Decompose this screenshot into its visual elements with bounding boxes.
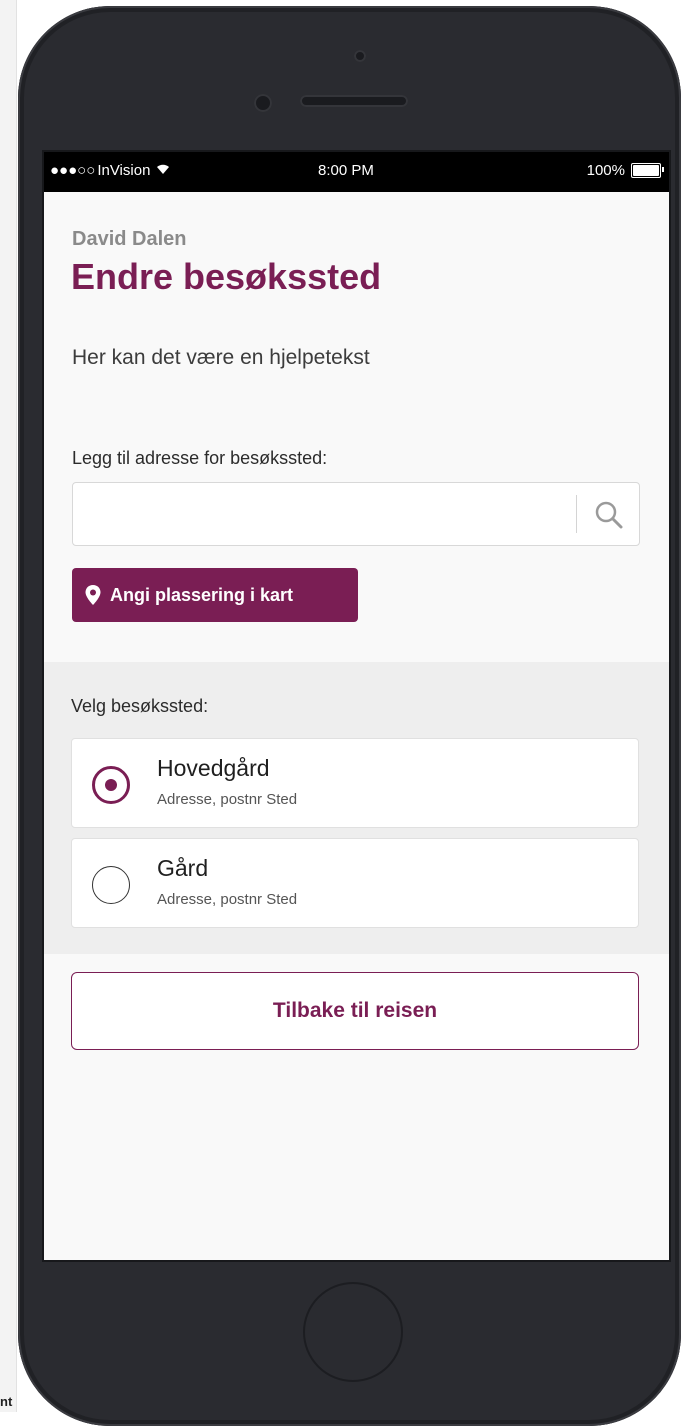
option-title: Gård bbox=[157, 855, 209, 881]
status-time: 8:00 PM bbox=[318, 162, 374, 179]
status-left: ●●●○○ InVision bbox=[50, 162, 170, 179]
status-bar: ●●●○○ InVision 8:00 PM 100% bbox=[44, 152, 669, 192]
page-title: Endre besøkssted bbox=[71, 256, 382, 297]
camera-icon bbox=[354, 50, 366, 62]
battery-icon bbox=[631, 163, 664, 178]
back-to-trip-button[interactable]: Tilbake til reisen bbox=[71, 972, 639, 1050]
help-text: Her kan det være en hjelpetekst bbox=[72, 346, 370, 369]
front-camera-icon bbox=[254, 94, 272, 112]
option-title: Hovedgård bbox=[157, 755, 270, 781]
user-name: David Dalen bbox=[72, 228, 187, 250]
choose-label: Velg besøkssted: bbox=[71, 696, 209, 716]
radio-selected[interactable] bbox=[92, 766, 130, 804]
choose-location-section: Velg besøkssted: Hovedgård Adresse, post… bbox=[44, 662, 669, 954]
option-subtitle: Adresse, postnr Sted bbox=[157, 891, 298, 908]
input-divider bbox=[576, 495, 577, 533]
location-option-gard[interactable]: Gård Adresse, postnr Sted bbox=[71, 838, 639, 928]
radio-unselected[interactable] bbox=[92, 866, 130, 904]
phone-screen: ●●●○○ InVision 8:00 PM 100% David Dalen … bbox=[42, 150, 671, 1262]
location-pin-icon bbox=[85, 585, 101, 605]
battery-percent: 100% bbox=[586, 162, 625, 179]
speaker-grille bbox=[300, 95, 408, 107]
wifi-icon bbox=[156, 163, 170, 178]
address-search-input[interactable] bbox=[72, 482, 640, 546]
signal-icon: ●●●○○ bbox=[50, 162, 96, 179]
map-button-label: Angi plassering i kart bbox=[110, 584, 294, 605]
status-right: 100% bbox=[586, 162, 664, 179]
map-location-button[interactable]: Angi plassering i kart bbox=[72, 568, 358, 622]
address-label: Legg til adresse for besøkssted: bbox=[72, 448, 328, 468]
background-panel bbox=[0, 0, 17, 1412]
search-icon[interactable] bbox=[593, 499, 625, 531]
location-option-hovedgard[interactable]: Hovedgård Adresse, postnr Sted bbox=[71, 738, 639, 828]
option-subtitle: Adresse, postnr Sted bbox=[157, 791, 298, 808]
carrier-label: InVision bbox=[97, 162, 151, 179]
corner-text: nt bbox=[0, 1394, 13, 1409]
home-button[interactable] bbox=[303, 1282, 403, 1382]
